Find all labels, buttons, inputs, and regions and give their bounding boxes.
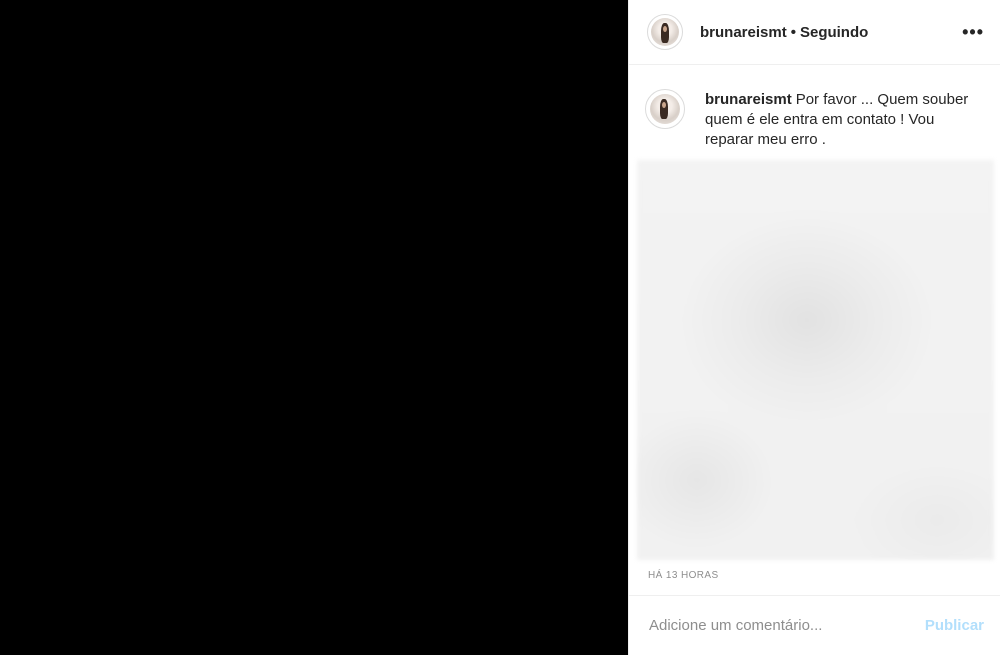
comment-bar: Publicar (629, 595, 1000, 655)
separator-dot: • (790, 23, 796, 41)
publish-button[interactable]: Publicar (925, 617, 984, 634)
post-header: brunareismt • Seguindo ••• (629, 0, 1000, 65)
avatar[interactable] (647, 14, 683, 50)
header-username[interactable]: brunareismt (700, 24, 787, 41)
caption-username[interactable]: brunareismt (705, 91, 792, 108)
blurred-image (637, 160, 994, 560)
comment-input[interactable] (647, 616, 925, 635)
media-area (0, 0, 628, 655)
profile-picture (651, 18, 679, 46)
caption-avatar[interactable] (645, 89, 685, 129)
post-timestamp[interactable]: HÁ 13 HORAS (648, 570, 719, 581)
header-names: brunareismt • Seguindo (700, 24, 868, 41)
caption: brunareismt Por favor ... Quem souber que… (629, 65, 1000, 150)
following-button[interactable]: Seguindo (800, 24, 868, 41)
more-options-icon[interactable]: ••• (962, 23, 984, 41)
profile-picture (650, 94, 680, 124)
caption-text: brunareismt Por favor ... Quem souber que… (705, 90, 984, 150)
